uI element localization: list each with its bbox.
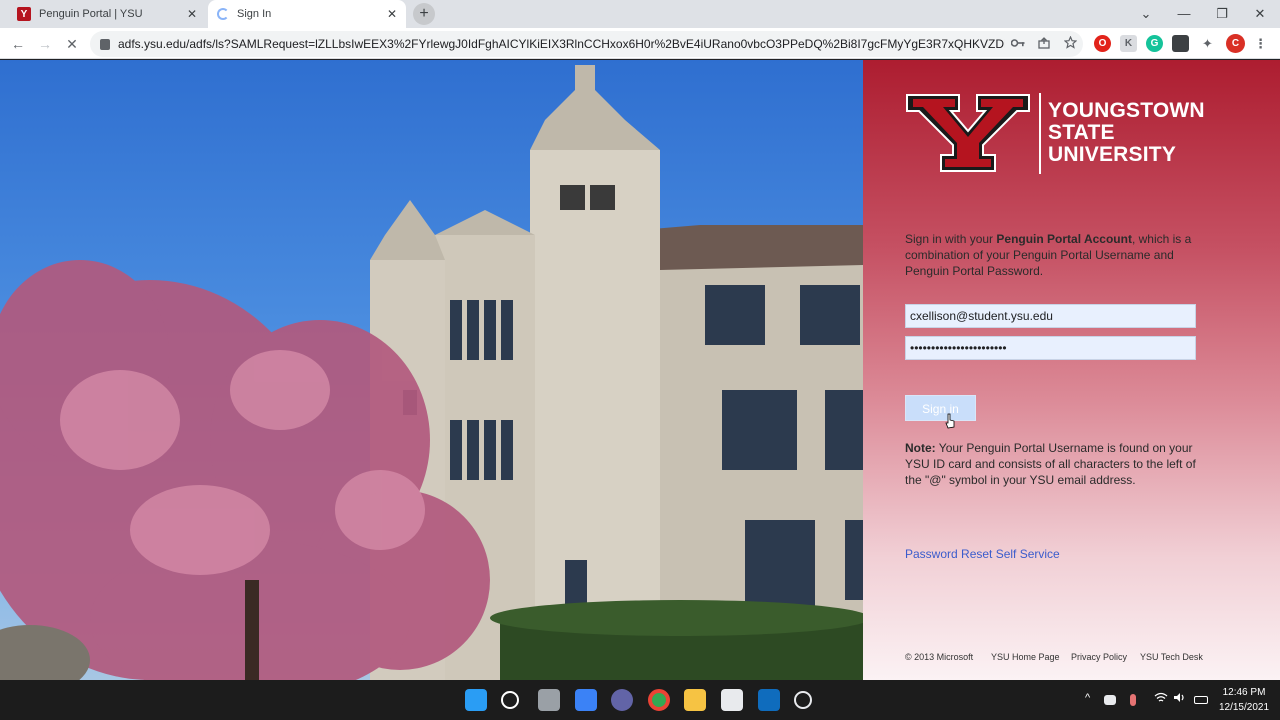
password-input[interactable]: [905, 336, 1196, 360]
show-hidden-icons-chevron-up-icon[interactable]: ^: [1085, 692, 1090, 704]
teams-chat-icon[interactable]: [611, 689, 633, 711]
widgets-icon[interactable]: [575, 689, 597, 711]
copyright-text: © 2013 Microsoft: [905, 652, 974, 662]
minimize-button[interactable]: —: [1165, 0, 1203, 28]
tab-penguin-portal[interactable]: Y Penguin Portal | YSU ✕: [8, 0, 206, 28]
sign-in-button[interactable]: Sign in: [905, 395, 976, 421]
share-icon[interactable]: [1031, 36, 1057, 52]
microsoft-store-icon[interactable]: [721, 689, 743, 711]
opera-extension-icon[interactable]: O: [1094, 35, 1111, 52]
close-window-button[interactable]: ✕: [1241, 0, 1279, 28]
tab-sign-in[interactable]: Sign In ✕: [208, 0, 406, 28]
new-tab-button[interactable]: +: [413, 3, 435, 25]
browser-toolbar: ← → ✕ adfs.ysu.edu/adfs/ls?SAMLRequest=l…: [0, 28, 1280, 59]
lock-icon[interactable]: [100, 38, 110, 50]
tab-title: Sign In: [237, 8, 272, 20]
windows-start-icon[interactable]: [465, 689, 487, 711]
file-explorer-icon[interactable]: [684, 689, 706, 711]
task-view-icon[interactable]: [538, 689, 560, 711]
university-wordmark: YOUNGSTOWN STATE UNIVERSITY: [1048, 99, 1205, 166]
forward-arrow-icon[interactable]: →: [34, 33, 56, 55]
back-arrow-icon[interactable]: ←: [7, 33, 29, 55]
hand-pointer-icon: [945, 413, 955, 429]
close-tab-icon[interactable]: ✕: [384, 6, 400, 22]
profile-avatar[interactable]: C: [1226, 34, 1245, 53]
grammarly-extension-icon[interactable]: G: [1146, 35, 1163, 52]
address-bar[interactable]: adfs.ysu.edu/adfs/ls?SAMLRequest=lZLLbsI…: [90, 31, 1083, 57]
password-reset-link[interactable]: Password Reset Self Service: [905, 547, 1060, 561]
tab-search-chevron-down-icon[interactable]: ⌄: [1127, 0, 1165, 28]
ysu-logo-y-icon: [906, 94, 1030, 172]
loading-spinner-icon: [217, 8, 229, 20]
battery-icon[interactable]: [1194, 696, 1208, 704]
browser-tab-strip: Y Penguin Portal | YSU ✕ Sign In ✕ + ⌄ —…: [0, 0, 1280, 28]
ysu-tech-desk-link[interactable]: YSU Tech Desk: [1140, 652, 1203, 662]
search-icon[interactable]: [501, 691, 519, 709]
k-extension-icon[interactable]: K: [1120, 35, 1137, 52]
sign-in-panel: YOUNGSTOWN STATE UNIVERSITY Sign in with…: [863, 60, 1280, 680]
system-clock[interactable]: 12:46 PM 12/15/2021: [1214, 685, 1274, 715]
mail-icon[interactable]: [758, 689, 780, 711]
cast-extension-icon[interactable]: [1172, 35, 1189, 52]
sign-in-instructions: Sign in with your Penguin Portal Account…: [905, 232, 1192, 278]
volume-icon[interactable]: [1173, 692, 1186, 706]
ysu-home-page-link[interactable]: YSU Home Page: [991, 652, 1060, 662]
more-menu-icon[interactable]: ⋮: [1252, 35, 1269, 52]
bookmark-star-icon[interactable]: [1057, 35, 1083, 52]
privacy-policy-link[interactable]: Privacy Policy: [1071, 652, 1127, 662]
logo-divider: [1039, 93, 1041, 174]
url-text[interactable]: adfs.ysu.edu/adfs/ls?SAMLRequest=lZLLbsI…: [118, 37, 1005, 51]
stop-loading-icon[interactable]: ✕: [61, 33, 83, 55]
wifi-icon[interactable]: [1154, 692, 1168, 706]
microphone-icon[interactable]: [1130, 694, 1136, 706]
key-icon[interactable]: [1005, 37, 1031, 51]
restore-button[interactable]: ❐: [1203, 0, 1241, 28]
chrome-icon[interactable]: [648, 689, 670, 711]
campus-photo: [0, 60, 863, 680]
close-tab-icon[interactable]: ✕: [184, 6, 200, 22]
onedrive-icon[interactable]: [1104, 695, 1116, 705]
windows-taskbar: ^ 12:46 PM 12/15/2021: [0, 680, 1280, 720]
obs-icon[interactable]: [794, 691, 812, 709]
username-input[interactable]: [905, 304, 1196, 328]
username-note: Note: Your Penguin Portal Username is fo…: [905, 441, 1196, 487]
ysu-favicon: Y: [17, 7, 31, 21]
extensions-puzzle-icon[interactable]: ✦: [1199, 35, 1216, 52]
tab-title: Penguin Portal | YSU: [39, 8, 143, 20]
